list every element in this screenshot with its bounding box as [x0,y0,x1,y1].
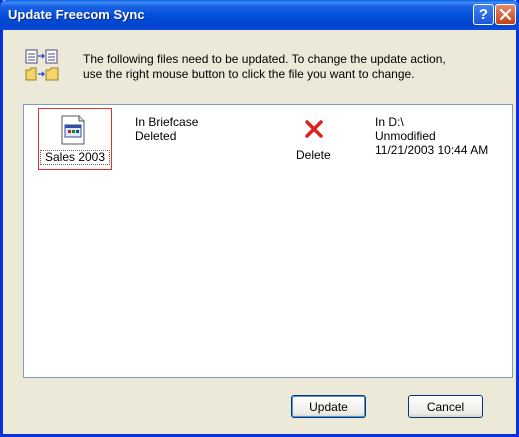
cancel-button[interactable]: Cancel [408,395,483,418]
briefcase-location: In Briefcase [135,115,199,129]
destination-info: In D:\ Unmodified 11/21/2003 10:44 AM [375,115,488,157]
info-message: The following files need to be updated. … [83,52,503,82]
close-icon [499,8,512,21]
destination-status: Unmodified [375,129,436,143]
dialog-window: Update Freecom Sync ? The following file… [0,0,519,437]
update-action-label: Delete [296,148,331,162]
spreadsheet-file-icon [61,115,85,145]
briefcase-status: Deleted [135,129,177,143]
update-files-icon [25,49,59,81]
destination-location: In D:\ [375,115,404,129]
update-button[interactable]: Update [291,395,366,418]
window-title: Update Freecom Sync [8,7,145,22]
briefcase-info: In Briefcase Deleted [135,115,198,143]
update-list[interactable]: Sales 2003 In Briefcase Deleted Delete I… [23,104,513,378]
title-bar[interactable]: Update Freecom Sync ? [0,0,519,30]
info-line-2: use the right mouse button to click the … [83,67,415,81]
file-name-label: Sales 2003 [40,150,110,165]
close-button[interactable] [495,4,516,25]
destination-modified: 11/21/2003 10:44 AM [375,143,489,157]
info-line-1: The following files need to be updated. … [83,52,446,66]
delete-x-icon [305,120,323,138]
help-button[interactable]: ? [473,4,494,25]
help-icon: ? [478,6,489,23]
file-item-sales-2003[interactable]: Sales 2003 [38,108,112,170]
